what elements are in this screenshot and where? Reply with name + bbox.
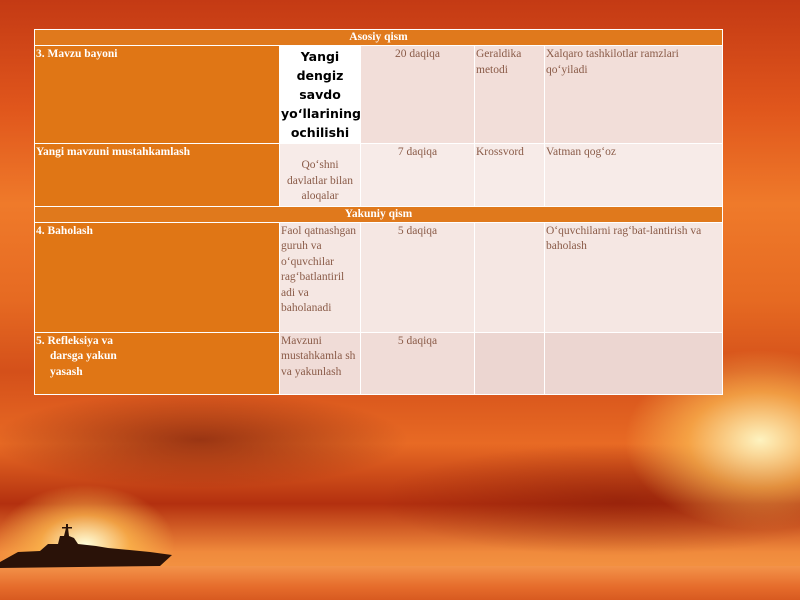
time-cell: 5 daqiqa [360,331,475,395]
table-row: Yangi mavzuni mustahkamlash Qo‘shni davl… [34,143,724,207]
method-cell [474,331,545,395]
activity-cell: O‘quvchilarni rag‘bat-lantirish va bahol… [543,221,724,333]
stage-cell: Yangi mavzuni mustahkamlash [34,143,280,207]
content-cell: Faol qatnashgan guruh va o‘quvchilar rag… [279,221,361,333]
method-cell: Geraldika metodi [474,45,545,144]
content-cell: Mavzuni mustahkamla sh va yakunlash [279,331,361,395]
time-cell: 5 daqiqa [360,221,475,333]
stage-cell: 5. Refleksiya va darsga yakun yasash [34,331,280,395]
warship-silhouette-icon [0,524,172,568]
activity-cell [543,331,724,395]
table-row: 3. Mavzu bayoni Yangi dengiz savdo yo‘ll… [34,45,724,144]
table-row: 5. Refleksiya va darsga yakun yasash Mav… [34,331,724,395]
stage-cell: 4. Baholash [34,221,280,333]
time-cell: 7 daqiqa [360,143,475,207]
section-title-final: Yakuniy qism [33,205,724,223]
table-row: 4. Baholash Faol qatnashgan guruh va o‘q… [34,221,724,333]
method-cell: Krossvord [474,143,545,207]
section-title-main: Asosiy qism [33,29,724,46]
stage-cell: 3. Mavzu bayoni [34,45,280,144]
section-header-row: Yakuniy qism [33,205,724,223]
section-header-row: Asosiy qism [33,29,724,46]
lesson-plan-table: Asosiy qism 3. Mavzu bayoni Yangi dengiz… [33,29,724,395]
stage-line: 5. Refleksiya va [36,334,113,347]
content-cell: Qo‘shni davlatlar bilan aloqalar [279,143,361,207]
activity-cell: Vatman qog‘oz [543,143,724,207]
activity-cell: Xalqaro tashkilotlar ramzlari qo‘yiladi [543,45,724,144]
topic-cell: Yangi dengiz savdo yo‘llarining ochilish… [279,45,361,144]
stage-line: darsga yakun [50,350,117,362]
time-cell: 20 daqiqa [360,45,475,144]
stage-line: yasash [50,365,83,378]
method-cell [474,221,545,333]
